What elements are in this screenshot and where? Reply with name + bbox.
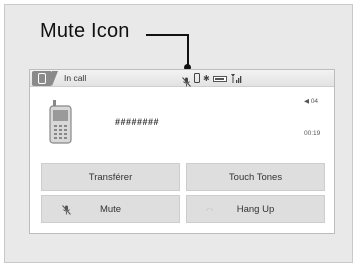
- status-icons: ✱: [182, 72, 242, 87]
- tab-corner: [52, 71, 58, 86]
- callout-label: Mute Icon: [40, 20, 130, 42]
- touch-tones-button[interactable]: Touch Tones: [186, 163, 325, 191]
- status-bar: In call ✱: [30, 70, 334, 87]
- mute-button[interactable]: Mute: [41, 195, 180, 223]
- call-screen: In call ✱ ######## ◀︎ 04 00:19 Transfére…: [29, 69, 335, 234]
- bluetooth-icon: ✱: [203, 73, 210, 83]
- phone-tab-icon[interactable]: [32, 71, 52, 86]
- mute-mic-icon: [62, 205, 71, 218]
- callout-line-horizontal: [146, 34, 189, 36]
- hang-up-icon: [205, 204, 214, 217]
- speaker-icon: ◀︎: [304, 98, 311, 105]
- mute-label: Mute: [99, 203, 122, 215]
- signal-icon: [230, 70, 242, 88]
- hang-up-label: Hang Up: [236, 203, 275, 215]
- mic-muted-icon: [182, 74, 191, 87]
- volume-indicator: ◀︎ 04: [304, 97, 318, 105]
- transfer-label: Transférer: [88, 171, 133, 183]
- hang-up-button[interactable]: Hang Up: [186, 195, 325, 223]
- battery-icon: [212, 75, 227, 82]
- transfer-button[interactable]: Transférer: [41, 163, 180, 191]
- mobile-phone-icon: [48, 100, 73, 144]
- call-timer: 00:19: [304, 130, 321, 137]
- phone-icon: [194, 70, 200, 88]
- touch-tones-label: Touch Tones: [228, 171, 283, 183]
- caller-number: ########: [115, 117, 160, 127]
- screen-title: In call: [64, 73, 87, 83]
- callout-line-vertical: [187, 34, 189, 66]
- volume-level: 04: [310, 98, 319, 105]
